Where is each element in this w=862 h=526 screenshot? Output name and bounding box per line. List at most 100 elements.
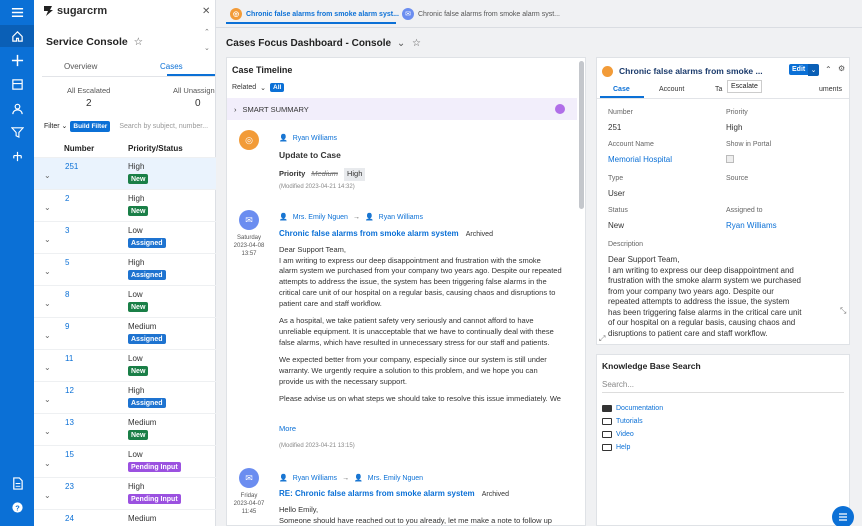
chevron-down-icon[interactable]: ⌄ [44, 171, 51, 180]
all-filter-pill[interactable]: All [270, 83, 285, 92]
kb-item-video[interactable]: Video [602, 431, 634, 438]
tab-cases[interactable]: Cases [160, 62, 183, 71]
case-number-link[interactable]: 3 [65, 226, 69, 235]
chevron-down-icon[interactable]: ⌄ [397, 38, 405, 49]
record-tab-account[interactable]: Account [659, 86, 684, 93]
chevron-down-icon[interactable]: ⌄ [44, 299, 51, 308]
case-number-link[interactable]: 24 [65, 514, 74, 523]
edit-button[interactable]: Edit [789, 64, 809, 75]
case-number-link[interactable]: 8 [65, 290, 69, 299]
case-number-link[interactable]: 2 [65, 194, 69, 203]
stat-unassigned-value[interactable]: 0 [195, 98, 201, 109]
entry2-subject-link[interactable]: Chronic false alarms from smoke alarm sy… [279, 229, 459, 238]
priority-value[interactable]: High [726, 123, 742, 132]
show-in-portal-checkbox[interactable] [726, 155, 734, 163]
filter-dropdown[interactable]: Filter ⌄ [44, 122, 67, 130]
table-row[interactable]: ⌄ 9 Medium Assigned [34, 317, 216, 349]
tab-overview[interactable]: Overview [64, 62, 97, 71]
hierarchy-icon[interactable] [0, 145, 34, 167]
chevron-down-icon[interactable]: ⌄ [44, 235, 51, 244]
case-number-link[interactable]: 9 [65, 322, 69, 331]
home-icon[interactable] [0, 25, 34, 47]
search-input[interactable]: Search by subject, number... [119, 123, 208, 130]
entry2-from-link[interactable]: Mrs. Emily Nguen [293, 214, 348, 221]
table-row[interactable]: ⌄ 5 High Assigned [34, 253, 216, 285]
tab-case-record-1[interactable]: ◎ Chronic false alarms from smoke alarm … [230, 6, 399, 22]
record-tab-case[interactable]: Case [613, 86, 630, 93]
chat-launcher-button[interactable] [832, 506, 854, 526]
table-row[interactable]: ⌄ 12 High Assigned [34, 381, 216, 413]
hamburger-menu-icon[interactable] [0, 1, 34, 23]
more-link[interactable]: More [279, 424, 296, 435]
entry3-subject-link[interactable]: RE: Chronic false alarms from smoke alar… [279, 489, 475, 498]
table-row[interactable]: ⌄ 13 Medium New [34, 413, 216, 445]
contacts-icon[interactable] [0, 97, 34, 119]
record-tab-tasks[interactable]: Ta [715, 86, 722, 93]
resize-icon[interactable]: ⤡ [840, 306, 846, 316]
plus-icon[interactable] [0, 49, 34, 71]
sugarcube-icon [44, 6, 53, 16]
column-priority-status[interactable]: Priority/Status [128, 144, 183, 153]
assigned-link[interactable]: Ryan Williams [726, 221, 777, 230]
entry2-to-link[interactable]: Ryan Williams [379, 214, 423, 221]
entry1-author-link[interactable]: Ryan Williams [293, 135, 337, 142]
case-number-link[interactable]: 15 [65, 450, 74, 459]
case-number-link[interactable]: 5 [65, 258, 69, 267]
table-row[interactable]: ⌄ 15 Low Pending Input [34, 445, 216, 477]
stat-escalated-value[interactable]: 2 [86, 98, 92, 109]
table-row[interactable]: ⌄24Medium [34, 509, 216, 526]
chevron-down-icon[interactable]: ⌄ [44, 427, 51, 436]
case-number-link[interactable]: 12 [65, 386, 74, 395]
chevron-down-icon[interactable]: ⌄ [44, 203, 51, 212]
ai-sparkle-icon[interactable] [555, 104, 565, 114]
chevron-down-icon[interactable]: ⌄ [44, 267, 51, 276]
table-row[interactable]: ⌄ 8 Low New [34, 285, 216, 317]
table-row[interactable]: ⌄ 11 Low New [34, 349, 216, 381]
case-number-link[interactable]: 23 [65, 482, 74, 491]
case-number-link[interactable]: 13 [65, 418, 74, 427]
collapse-down-icon[interactable]: ⌄ [204, 44, 210, 52]
entry3-to-link[interactable]: Mrs. Emily Nguen [368, 475, 423, 482]
column-number[interactable]: Number [64, 144, 94, 153]
record-tab-documents[interactable]: uments [819, 86, 842, 93]
case-priority: Medium [128, 514, 157, 523]
kb-item-tutorials[interactable]: Tutorials [602, 418, 643, 425]
chevron-down-icon[interactable]: ⌄ [44, 491, 51, 500]
table-row[interactable]: ⌄ 251 High New [34, 157, 216, 189]
build-filter-button[interactable]: Build Filter [70, 120, 111, 132]
case-number-link[interactable]: 251 [65, 162, 78, 171]
chevron-down-icon[interactable]: ⌄ [44, 331, 51, 340]
kb-item-help[interactable]: Help [602, 444, 630, 451]
timeline-scrollbar[interactable] [579, 61, 584, 209]
collapse-icon[interactable]: ⌃ [825, 65, 832, 74]
chevron-down-icon[interactable]: ⌄ [44, 459, 51, 468]
chevron-down-icon[interactable]: ⌄ [44, 395, 51, 404]
expand-icon[interactable]: ⤢ [599, 334, 605, 344]
kb-search-input[interactable]: Search... [602, 377, 844, 393]
tab-case-record-2[interactable]: ✉ Chronic false alarms from smoke alarm … [402, 6, 560, 22]
filter-icon[interactable] [0, 121, 34, 143]
star-icon[interactable]: ☆ [412, 38, 421, 49]
kb-item-documentation[interactable]: Documentation [602, 405, 663, 412]
help-icon[interactable]: ? [0, 496, 34, 518]
table-row[interactable]: ⌄ 2 High New [34, 189, 216, 221]
type-value[interactable]: User [608, 189, 625, 198]
table-row[interactable]: ⌄ 3 Low Assigned [34, 221, 216, 253]
smart-summary-bar[interactable]: › SMART SUMMARY [227, 98, 577, 120]
gear-icon[interactable]: ⚙ [838, 64, 845, 73]
star-icon[interactable]: ☆ [134, 36, 143, 48]
case-number-link[interactable]: 11 [65, 354, 73, 363]
dashboard-title[interactable]: Cases Focus Dashboard - Console ⌄ ☆ [226, 38, 421, 49]
close-icon[interactable]: ✕ [202, 6, 210, 17]
status-value[interactable]: New [608, 221, 624, 230]
related-filter[interactable]: Related ⌄ All [232, 83, 285, 92]
collapse-up-icon[interactable]: ⌃ [204, 28, 210, 36]
table-row[interactable]: ⌄ 23 High Pending Input [34, 477, 216, 509]
entry3-from-link[interactable]: Ryan Williams [293, 475, 337, 482]
account-link[interactable]: Memorial Hospital [608, 155, 672, 164]
description-text[interactable]: Dear Support Team, I am writing to expres… [608, 255, 830, 339]
chevron-down-icon[interactable]: ⌄ [44, 363, 51, 372]
document-icon[interactable] [0, 472, 34, 494]
dashboard-icon[interactable] [0, 73, 34, 95]
edit-dropdown-icon[interactable]: ⌄ [808, 64, 819, 76]
